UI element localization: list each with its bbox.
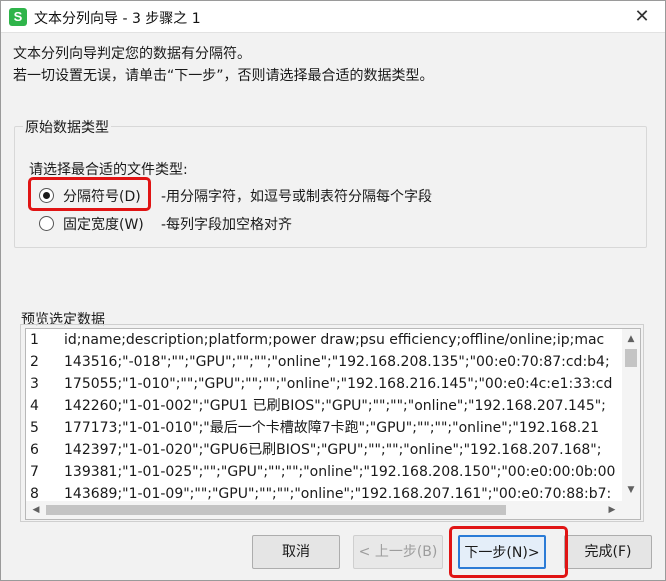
row-number: 4	[30, 398, 39, 414]
row-number: 5	[30, 420, 39, 436]
cancel-button[interactable]: 取消	[252, 535, 340, 569]
row-number: 7	[30, 464, 39, 480]
horizontal-scrollbar[interactable]: ◀ ▶	[26, 501, 622, 519]
radio-label-delimited[interactable]: 分隔符号(D)	[63, 186, 141, 206]
scroll-up-arrow-icon[interactable]: ▲	[622, 331, 640, 347]
row-text: 175055;"1-010";"";"GPU";"";"";"online";"…	[64, 376, 613, 392]
row-text: 143516;"-018";"";"GPU";"";"";"online";"1…	[64, 354, 610, 370]
file-type-prompt: 请选择最合适的文件类型:	[29, 162, 188, 178]
scroll-left-arrow-icon[interactable]: ◀	[28, 501, 44, 519]
radio-desc-delimited: -用分隔字符，如逗号或制表符分隔每个字段	[161, 189, 433, 205]
next-step-button[interactable]: 下一步(N)>	[458, 535, 546, 569]
vertical-scroll-thumb[interactable]	[625, 349, 637, 367]
radio-button-fixed-width[interactable]	[39, 216, 54, 231]
text-to-columns-wizard: S 文本分列向导 - 3 步骤之 1 ✕ 文本分列向导判定您的数据有分隔符。 若…	[0, 0, 666, 581]
title-bar: S 文本分列向导 - 3 步骤之 1 ✕	[1, 1, 665, 33]
scrollbar-corner	[622, 501, 640, 519]
horizontal-scroll-thumb[interactable]	[46, 505, 506, 515]
row-text: 139381;"1-01-025";"";"GPU";"";"";"online…	[64, 464, 616, 480]
intro-line-2: 若一切设置无误，请单击“下一步”，否则请选择最合适的数据类型。	[13, 68, 434, 84]
preview-lines: 1 id;name;description;platform;power dra…	[26, 329, 622, 501]
row-text: id;name;description;platform;power draw;…	[64, 332, 605, 348]
window-title: 文本分列向导 - 3 步骤之 1	[34, 11, 201, 27]
group-title: 原始数据类型	[23, 117, 111, 137]
row-number: 3	[30, 376, 39, 392]
radio-desc-fixed-width: -每列字段加空格对齐	[161, 217, 293, 233]
spreadsheet-app-icon: S	[9, 8, 27, 26]
data-preview-pane[interactable]: 1 id;name;description;platform;power dra…	[25, 328, 641, 520]
row-text: 143689;"1-01-09";"";"GPU";"";"";"online"…	[64, 486, 612, 501]
row-text: 177173;"1-01-010";"最后一个卡槽故障7卡跑";"GPU";""…	[64, 420, 600, 436]
vertical-scrollbar[interactable]: ▲ ▼	[622, 329, 640, 501]
row-number: 6	[30, 442, 39, 458]
row-number: 1	[30, 332, 39, 348]
finish-button[interactable]: 完成(F)	[564, 535, 652, 569]
radio-button-delimited[interactable]	[39, 188, 54, 203]
close-icon[interactable]: ✕	[629, 5, 655, 29]
scroll-down-arrow-icon[interactable]: ▼	[622, 482, 640, 498]
scroll-right-arrow-icon[interactable]: ▶	[604, 501, 620, 519]
row-text: 142397;"1-01-020";"GPU6已刷BIOS";"GPU";"";…	[64, 442, 602, 458]
row-text: 142260;"1-01-002";"GPU1 已刷BIOS";"GPU";""…	[64, 398, 606, 414]
row-number: 8	[30, 486, 39, 501]
row-number: 2	[30, 354, 39, 370]
intro-line-1: 文本分列向导判定您的数据有分隔符。	[13, 46, 251, 62]
previous-step-button[interactable]: < 上一步(B)	[353, 535, 443, 569]
radio-label-fixed-width[interactable]: 固定宽度(W)	[63, 214, 144, 234]
